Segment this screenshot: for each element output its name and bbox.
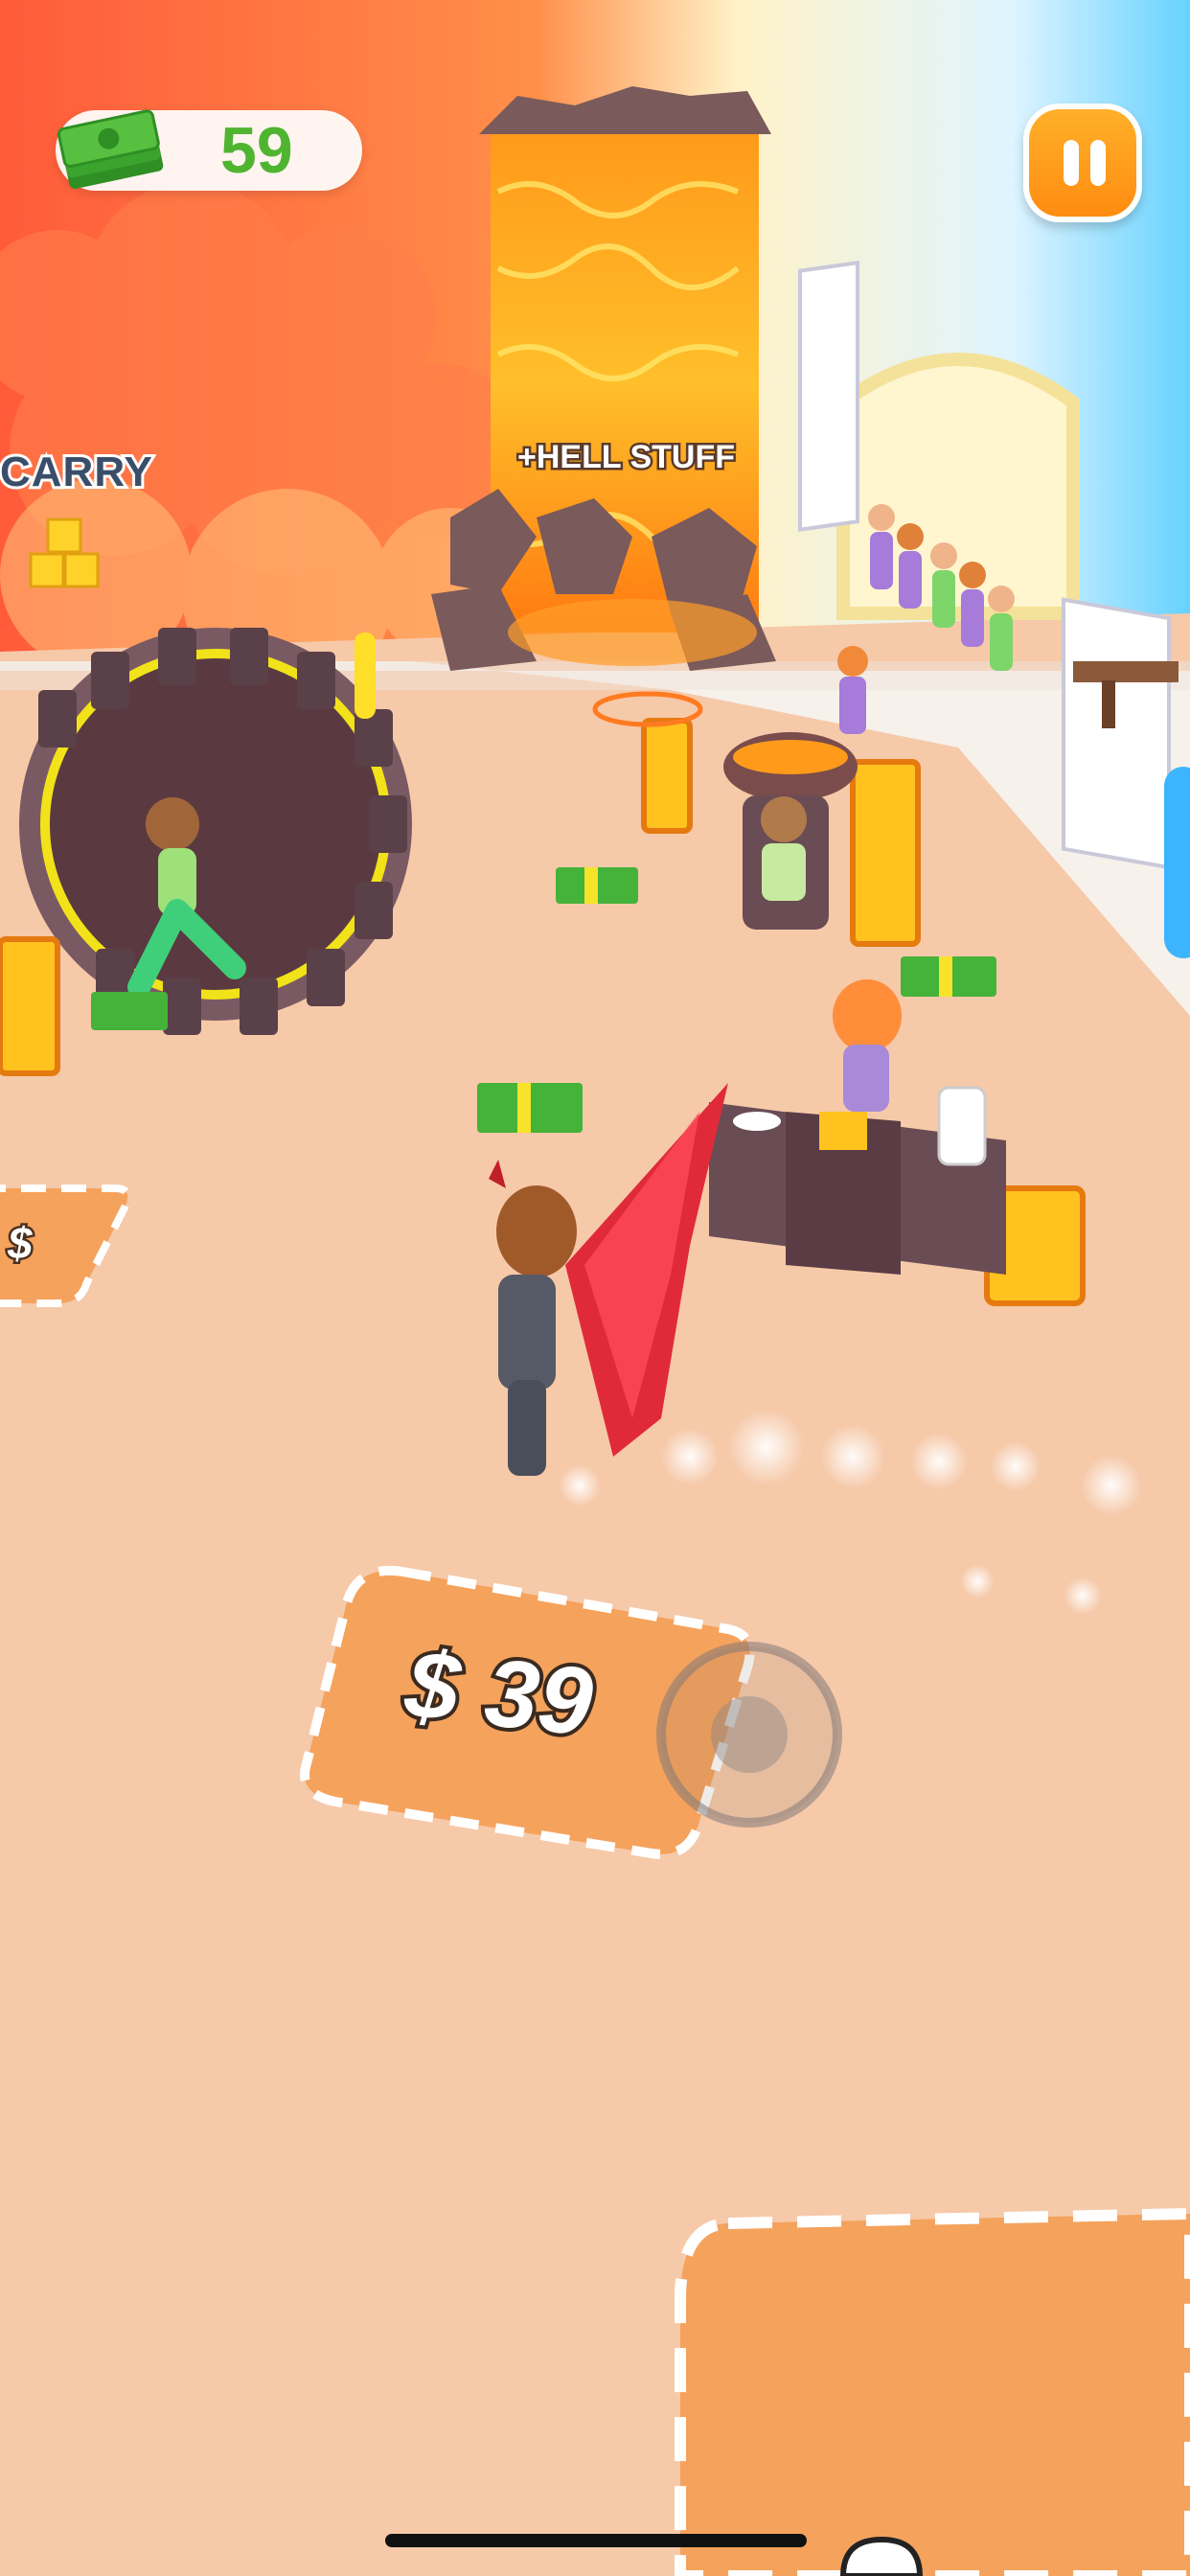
carry-label: CARRY <box>0 446 155 498</box>
pause-icon <box>1064 140 1079 186</box>
pause-icon-bar <box>1090 140 1106 186</box>
money-value: 59 <box>220 114 293 187</box>
pause-button[interactable] <box>1023 104 1142 222</box>
hell-stuff-label: +HELL STUFF <box>515 437 738 478</box>
home-indicator <box>385 2534 807 2547</box>
game-scene <box>0 0 1190 2576</box>
cash-stack-icon <box>57 109 164 190</box>
virtual-joystick[interactable] <box>644 1629 855 1840</box>
gold-blocks-icon <box>29 518 100 588</box>
unlock-price-main: $ 39 <box>397 1626 601 1760</box>
unlock-price-left: $ <box>6 1216 35 1271</box>
